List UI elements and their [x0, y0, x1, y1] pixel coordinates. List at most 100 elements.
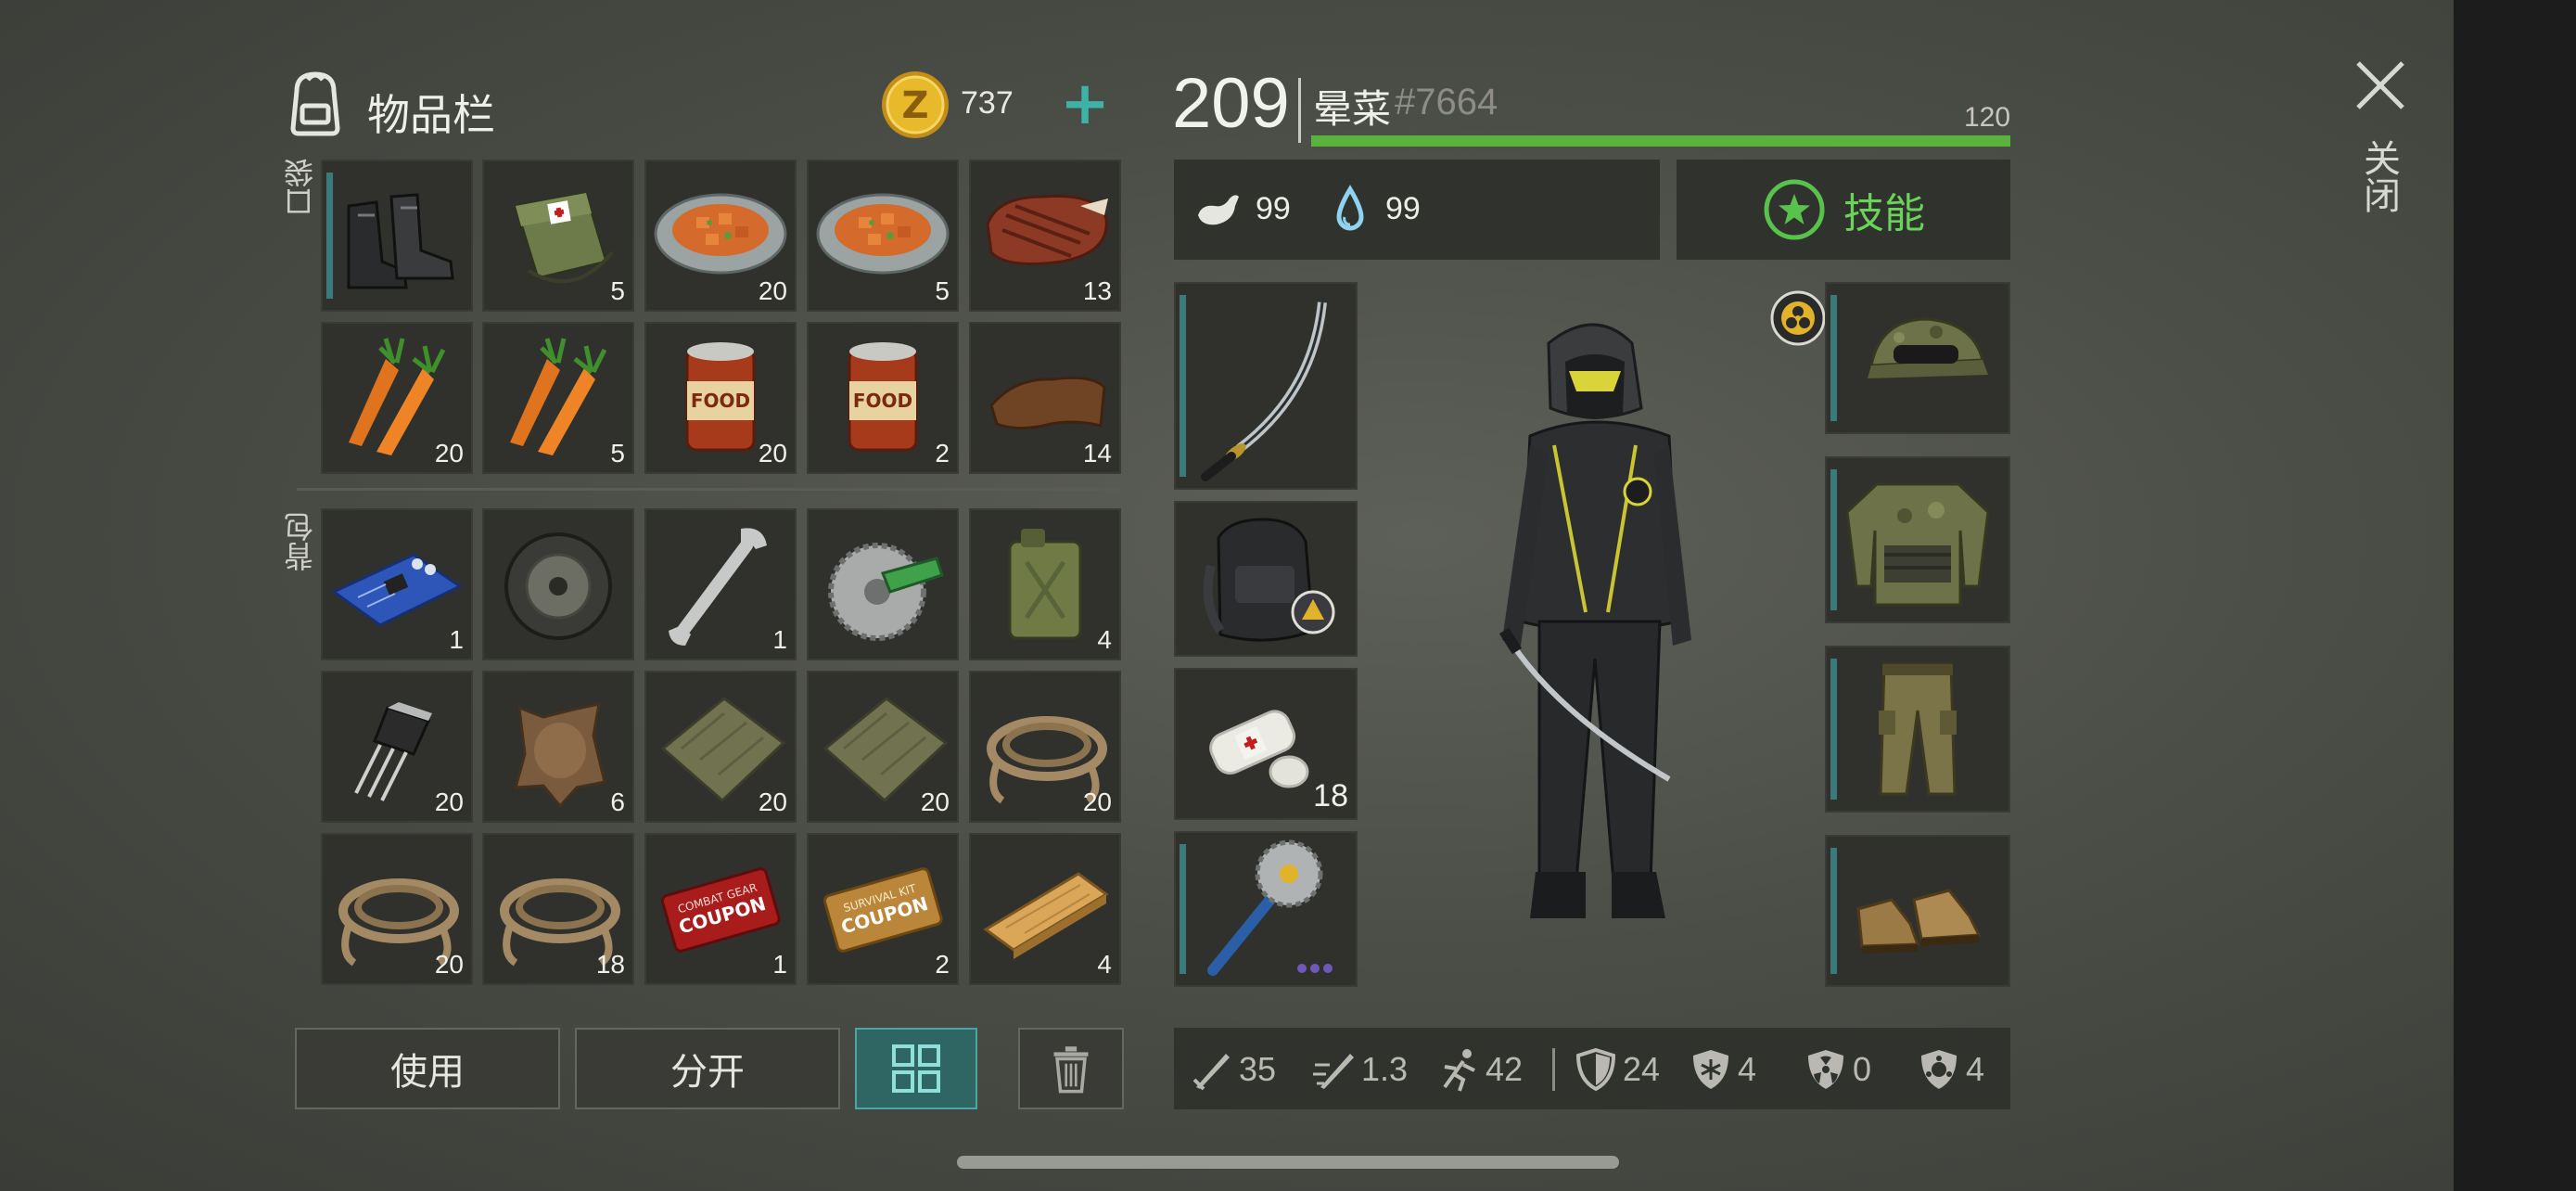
delete-button[interactable]: [1018, 1028, 1124, 1109]
coin-icon: Z: [879, 69, 951, 141]
stat-speed: 42: [1435, 1046, 1523, 1093]
coin-amount: 737: [961, 85, 1014, 121]
close-button[interactable]: 关闭: [2346, 54, 2415, 239]
inventory-slot-wood-plank[interactable]: 4: [969, 833, 1121, 985]
inventory-slot-rope-2[interactable]: 20: [321, 833, 473, 985]
stat-radiation-resist-value: 0: [1853, 1050, 1872, 1088]
stat-attack-speed: 1.3: [1311, 1046, 1408, 1093]
boots-icon: [347, 193, 454, 289]
inventory-slot-circuit-board[interactable]: 1: [321, 508, 473, 660]
close-label: 关闭: [2357, 139, 2400, 213]
section-divider: [297, 488, 1122, 491]
thirst-value: 99: [1385, 191, 1421, 226]
hunger-icon: [1192, 184, 1244, 236]
tan-boots-icon: [1856, 889, 1982, 954]
plus-icon: +: [1060, 70, 1110, 138]
can-label: FOOD: [853, 390, 912, 412]
camo-cap-icon: [1868, 317, 1988, 378]
player-character: [1447, 306, 1743, 983]
inventory-slot-hide[interactable]: 6: [482, 671, 634, 823]
item-count: 20: [1082, 788, 1112, 816]
item-count: 13: [1082, 276, 1112, 305]
stat-speed-value: 42: [1486, 1050, 1524, 1088]
use-button[interactable]: 使用: [295, 1028, 560, 1109]
speed-icon: [1443, 1049, 1475, 1092]
inventory-slot-leather[interactable]: 14: [969, 322, 1121, 474]
player-name: 晕菜: [1313, 86, 1392, 132]
item-count: 5: [610, 439, 625, 467]
equip-slot-medical[interactable]: 18: [1174, 668, 1358, 820]
bandage-count: 18: [1313, 778, 1348, 813]
inventory-title: 物品栏: [367, 90, 495, 140]
saw-blade-icon: [828, 543, 944, 641]
item-count: 20: [434, 950, 464, 979]
item-count: 5: [935, 276, 950, 305]
pocket-label: 口袋: [283, 158, 318, 217]
inventory-slot-transistor[interactable]: 20: [321, 671, 473, 823]
stats-separator: [1552, 1048, 1555, 1091]
svg-text:Z: Z: [901, 84, 928, 127]
inventory-slot-combat-gear-coupon[interactable]: COMBAT GEAR COUPON 1: [644, 833, 797, 985]
biohazard-icon: [1769, 289, 1827, 347]
equip-slot-head[interactable]: [1825, 282, 2010, 434]
inventory-slot-medkit-bag[interactable]: 5: [482, 160, 634, 312]
wheel-icon: [504, 532, 612, 640]
xp-max: 120: [1964, 102, 2011, 133]
inventory-slot-survival-kit-coupon[interactable]: SURVIVAL KIT COUPON 2: [807, 833, 959, 985]
skills-button[interactable]: 技能: [1677, 160, 2010, 260]
right-edge-strip: [2454, 0, 2576, 1191]
add-coins-button[interactable]: +: [1048, 70, 1122, 137]
inventory-slot-carrots-1[interactable]: 20: [321, 322, 473, 474]
inventory-slot-stew-plate-2[interactable]: 5: [807, 160, 959, 312]
cold-resist-icon: [1693, 1050, 1728, 1089]
item-count: 1: [772, 625, 787, 654]
thirst-icon: [1330, 184, 1371, 236]
saw-mace-icon: [1207, 839, 1333, 976]
inventory-slot-steak[interactable]: 13: [969, 160, 1121, 312]
equip-slot-feet[interactable]: [1825, 835, 2010, 987]
skills-label: 技能: [1843, 190, 1925, 237]
inventory-slot-food-can-2[interactable]: FOOD 2: [807, 322, 959, 474]
star-icon: [1764, 179, 1825, 240]
item-count: 14: [1082, 439, 1112, 467]
stat-damage-value: 35: [1239, 1050, 1277, 1088]
item-count: 1: [449, 625, 464, 654]
inventory-slot-food-can-1[interactable]: FOOD 20: [644, 322, 797, 474]
stat-armor: 24: [1573, 1046, 1660, 1093]
header-divider: [1298, 78, 1301, 143]
trash-icon: [1053, 1046, 1089, 1094]
inventory-slot-cloth-1[interactable]: 20: [644, 671, 797, 823]
item-count: 20: [920, 788, 950, 816]
equip-slot-tool[interactable]: [1174, 831, 1358, 987]
inventory-slot-wrench[interactable]: 1: [644, 508, 797, 660]
item-count: 5: [610, 276, 625, 305]
hunger-value: 99: [1256, 191, 1291, 226]
xp-bar-fill: [1311, 135, 2010, 147]
radiation-resist-icon: [1808, 1050, 1843, 1089]
stat-cold-resist-value: 4: [1738, 1050, 1757, 1088]
item-count: 2: [935, 950, 950, 979]
xp-bar-track: [1311, 135, 2010, 147]
split-button[interactable]: 分开: [575, 1028, 840, 1109]
inventory-slot-jerrycan[interactable]: 4: [969, 508, 1121, 660]
inventory-slot-rope-3[interactable]: 18: [482, 833, 634, 985]
inventory-slot-boots[interactable]: [321, 160, 473, 312]
inventory-slot-rope-1[interactable]: 20: [969, 671, 1121, 823]
equip-slot-legs[interactable]: [1825, 646, 2010, 813]
equip-slot-weapon[interactable]: [1174, 282, 1358, 490]
equip-slot-backpack[interactable]: [1174, 501, 1358, 657]
katana-icon: [1201, 301, 1327, 481]
inventory-slot-stew-plate-1[interactable]: 20: [644, 160, 797, 312]
attack-speed-icon: [1313, 1054, 1354, 1089]
inventory-slot-cloth-2[interactable]: 20: [807, 671, 959, 823]
item-count: 20: [758, 788, 787, 816]
equip-slot-body[interactable]: [1825, 456, 2010, 623]
item-count: 18: [595, 950, 625, 979]
damage-icon: [1192, 1054, 1230, 1091]
stat-attack-speed-value: 1.3: [1361, 1050, 1409, 1088]
inventory-slot-saw-blade[interactable]: [807, 508, 959, 660]
inventory-slot-wheel[interactable]: [482, 508, 634, 660]
sort-grid-button[interactable]: [855, 1028, 977, 1109]
item-count: 4: [1097, 625, 1112, 654]
inventory-slot-carrots-2[interactable]: 5: [482, 322, 634, 474]
